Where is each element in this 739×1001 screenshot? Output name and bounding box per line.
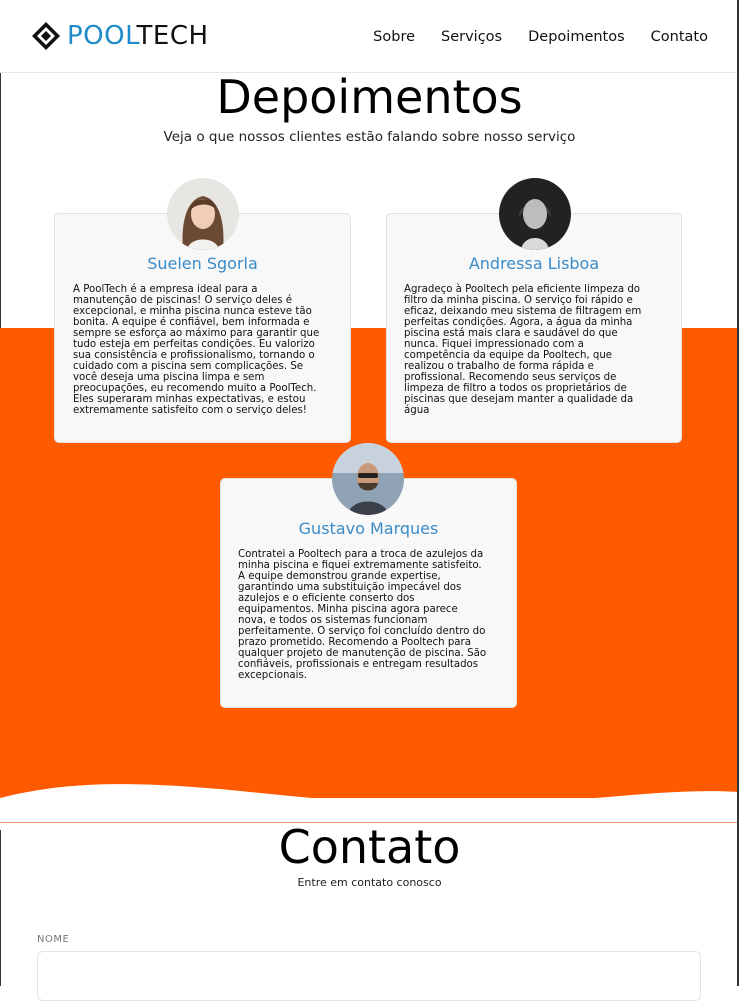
- testimonial-text: Agradeço à Pooltech pela eficiente limpe…: [404, 284, 642, 416]
- logo-text-tech: TECH: [136, 21, 209, 51]
- nav-link-servicos[interactable]: Serviços: [441, 28, 502, 46]
- testimonials-title: Depoimentos: [216, 70, 523, 124]
- testimonial-author: Suelen Sgorla: [147, 254, 258, 273]
- testimonial-author: Andressa Lisboa: [468, 254, 600, 273]
- testimonial-text: Contratei a Pooltech para a troca de azu…: [238, 549, 487, 681]
- nav-link-depoimentos[interactable]: Depoimentos: [528, 28, 625, 46]
- testimonials-subtitle: Veja o que nossos clientes estão falando…: [163, 129, 576, 145]
- diamond-logo-icon: [32, 22, 60, 50]
- name-input[interactable]: [37, 951, 701, 1001]
- contact-subtitle: Entre em contato conosco: [297, 876, 442, 889]
- nav-link-sobre[interactable]: Sobre: [373, 28, 415, 46]
- avatar: [332, 443, 404, 515]
- logo-text: POOLTECH: [67, 21, 209, 51]
- avatar: [167, 178, 239, 250]
- name-field-label: NOME: [37, 934, 70, 945]
- testimonial-text: A PoolTech é a empresa ideal para a manut…: [73, 284, 320, 416]
- site-header: POOLTECH Sobre Serviços Depoimentos Cont…: [0, 0, 739, 73]
- avatar: [499, 178, 571, 250]
- logo-text-pool: POOL: [67, 21, 137, 51]
- testimonial-author: Gustavo Marques: [298, 519, 439, 538]
- nav-link-contato[interactable]: Contato: [651, 28, 708, 46]
- logo[interactable]: POOLTECH: [31, 21, 209, 51]
- main-nav: Sobre Serviços Depoimentos Contato: [373, 28, 708, 46]
- contact-title: Contato: [278, 820, 461, 874]
